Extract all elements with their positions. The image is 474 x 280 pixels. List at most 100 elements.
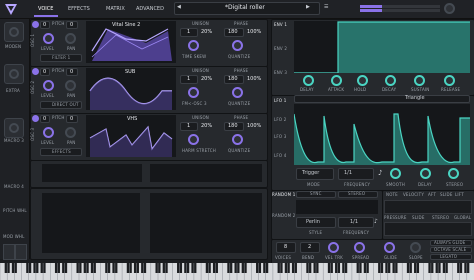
mpe-label-pressure: PRESSURE — [384, 215, 407, 220]
osc-unison-value[interactable]: 1 — [187, 77, 190, 82]
osc-quantize-knob[interactable] — [232, 134, 243, 145]
always-glide-label[interactable]: ALWAYS GLIDE — [434, 241, 466, 245]
piano-keyboard[interactable] — [0, 263, 474, 280]
env-knob[interactable] — [414, 75, 425, 86]
tab-advanced[interactable]: ADVANCED — [136, 7, 164, 12]
osc-wavetable-name[interactable]: SUB — [125, 70, 135, 75]
macro-3-slot[interactable] — [4, 118, 24, 138]
macro-1-slot[interactable] — [4, 22, 24, 42]
random-graph[interactable] — [296, 200, 378, 214]
osc-unison-value[interactable]: 1 — [187, 124, 190, 129]
env-knob[interactable] — [444, 75, 455, 86]
random-style-value[interactable]: Perlin — [306, 220, 320, 225]
osc-pan-knob[interactable] — [65, 33, 76, 44]
osc-spectral-knob[interactable] — [188, 87, 199, 98]
osc-destination-value[interactable]: FILTER 1 — [52, 56, 70, 60]
voices-value[interactable]: 8 — [284, 245, 287, 250]
osc-enable-toggle[interactable] — [32, 68, 39, 75]
vel-trk-knob[interactable] — [328, 242, 339, 253]
mpe-slot-row[interactable] — [384, 200, 472, 214]
lfo-smooth-knob[interactable] — [390, 168, 401, 179]
preset-next-button[interactable]: ▶ — [306, 5, 310, 10]
tab-effects[interactable]: EFFECTS — [68, 7, 90, 12]
env-knob[interactable] — [357, 75, 368, 86]
osc-enable-toggle[interactable] — [32, 21, 39, 28]
osc-level-knob[interactable] — [43, 127, 54, 138]
preset-prev-button[interactable]: ◀ — [177, 5, 181, 10]
osc-spectral-knob[interactable] — [188, 40, 199, 51]
tab-lfo-4[interactable]: LFO 4 — [274, 154, 287, 158]
osc-semitone-value[interactable]: 0 — [70, 70, 73, 75]
tab-random-2[interactable]: RANDOM 2 — [272, 214, 295, 218]
osc-quantize-knob[interactable] — [232, 40, 243, 51]
env-knob[interactable] — [385, 75, 396, 86]
glide-knob[interactable] — [384, 242, 395, 253]
osc-phase-value[interactable]: 180 — [228, 77, 238, 82]
osc-unison-percent[interactable]: 20% — [201, 30, 212, 35]
osc-phase-percent[interactable]: 100% — [247, 30, 261, 35]
legato-label[interactable]: LEGATO — [440, 255, 457, 259]
env-knob[interactable] — [303, 75, 314, 86]
mpe-slot-row-2[interactable] — [384, 222, 472, 236]
osc-unison-value[interactable]: 1 — [187, 30, 190, 35]
tab-matrix[interactable]: MATRIX — [106, 7, 125, 12]
tab-env-3[interactable]: ENV 3 — [274, 71, 287, 75]
preset-name[interactable]: *Digital roller — [225, 5, 265, 11]
random-stereo-label[interactable]: STEREO — [348, 192, 365, 196]
osc-quantize-label: QUANTIZE — [228, 148, 251, 153]
env-knob[interactable] — [331, 75, 342, 86]
tab-lfo-3[interactable]: LFO 3 — [274, 135, 287, 139]
tab-voice[interactable]: VOICE — [38, 7, 53, 12]
osc-phase-value[interactable]: 180 — [228, 30, 238, 35]
osc-spectral-knob[interactable] — [188, 134, 199, 145]
lfo-frequency-value[interactable]: 1/1 — [344, 171, 352, 176]
osc-level-knob[interactable] — [43, 80, 54, 91]
tab-lfo-1[interactable]: LFO 1 — [274, 99, 287, 103]
save-icon[interactable]: ☰ — [324, 5, 328, 10]
osc-phase-percent[interactable]: 100% — [247, 124, 261, 129]
lfo-trigger-value[interactable]: Trigger — [302, 171, 319, 176]
osc-quantize-knob[interactable] — [232, 87, 243, 98]
tab-env-1[interactable]: ENV 1 — [274, 23, 287, 27]
osc-enable-toggle[interactable] — [32, 115, 39, 122]
random-frequency-value[interactable]: 1/1 — [350, 220, 358, 225]
osc-phase-percent[interactable]: 100% — [247, 77, 261, 82]
lfo-graph[interactable] — [294, 104, 470, 165]
envelope-graph[interactable] — [294, 21, 470, 73]
mpe-label-global: GLOBAL — [454, 215, 472, 220]
osc-wavetable-name[interactable]: VHS — [127, 117, 137, 122]
random-sync-label[interactable]: SYNC — [310, 192, 322, 196]
macro-2-slot[interactable] — [4, 64, 24, 84]
lfo-shape-selector[interactable] — [294, 95, 470, 103]
bend-value[interactable]: 2 — [308, 245, 311, 250]
osc-octave-value[interactable]: 0 — [43, 23, 46, 28]
lfo-shape-name[interactable]: Triangle — [405, 96, 425, 101]
osc-semitone-value[interactable]: 0 — [70, 117, 73, 122]
master-volume-knob[interactable] — [444, 3, 455, 14]
osc-octave-value[interactable]: 0 — [43, 70, 46, 75]
osc-destination-value[interactable]: EFFECTS — [52, 150, 71, 154]
osc-pan-knob[interactable] — [65, 80, 76, 91]
random-music-note-icon[interactable]: ♪ — [374, 219, 378, 225]
osc-level-knob[interactable] — [43, 33, 54, 44]
tab-env-2[interactable]: ENV 2 — [274, 47, 287, 51]
osc-octave-value[interactable]: 0 — [43, 117, 46, 122]
music-note-icon[interactable]: ♪ — [378, 170, 382, 177]
slope-knob[interactable] — [410, 242, 421, 253]
tab-lfo-2[interactable]: LFO 2 — [274, 118, 287, 122]
osc-semitone-value[interactable]: 0 — [70, 23, 73, 28]
pitch-wheel[interactable] — [3, 244, 15, 260]
mod-wheel[interactable] — [15, 244, 27, 260]
octave-scale-label[interactable]: OCTAVE SCALE — [434, 248, 466, 252]
osc-unison-percent[interactable]: 20% — [201, 124, 212, 129]
lfo-stereo-knob[interactable] — [448, 168, 459, 179]
lfo-delay-knob[interactable] — [420, 168, 431, 179]
tab-random-1[interactable]: RANDOM 1 — [272, 193, 295, 197]
osc-destination-value[interactable]: DIRECT OUT — [52, 103, 79, 107]
osc-phase-value[interactable]: 180 — [228, 124, 238, 129]
osc-quantize-label: QUANTIZE — [228, 101, 251, 106]
osc-unison-percent[interactable]: 20% — [201, 77, 212, 82]
osc-pan-knob[interactable] — [65, 127, 76, 138]
spread-knob[interactable] — [354, 242, 365, 253]
osc-wavetable-name[interactable]: Vital Sine 2 — [112, 23, 140, 28]
